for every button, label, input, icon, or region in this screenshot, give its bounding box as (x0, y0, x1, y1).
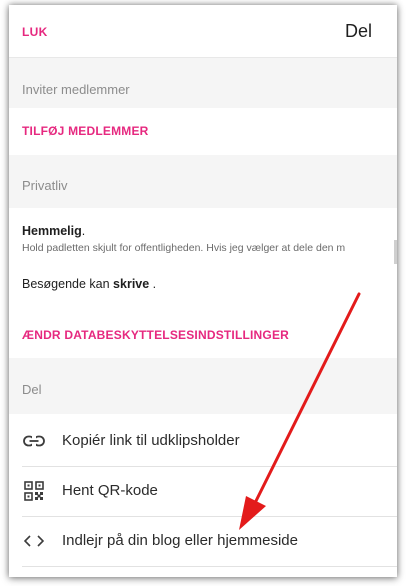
dialog-header: LUK Del (9, 5, 397, 58)
copy-link-row[interactable]: Kopiér link til udklipsholder (9, 417, 397, 466)
embed-label: Indlejr på din blog eller hjemmeside (62, 532, 298, 549)
visitor-permission: Besøgende kan skrive . (22, 277, 156, 291)
qr-code-icon (22, 480, 46, 502)
dialog-title: Del (345, 21, 373, 41)
close-button[interactable]: LUK (22, 25, 48, 39)
scrollbar[interactable] (394, 240, 397, 264)
change-privacy-button[interactable]: ÆNDR DATABESKYTTELSESINDSTILLINGER (22, 328, 289, 342)
visitor-permission-prefix: Besøgende kan (22, 277, 114, 291)
section-header-privacy: Privatliv (9, 155, 397, 208)
share-dialog: LUK Del Inviter medlemmer TILFØJ MEDLEMM… (9, 5, 397, 577)
code-brackets-icon (22, 530, 46, 552)
visitor-permission-suffix: . (149, 277, 157, 291)
copy-link-label: Kopiér link til udklipsholder (62, 432, 240, 449)
privacy-mode-suffix: . (81, 224, 86, 238)
visitor-permission-value: skrive (113, 277, 150, 291)
privacy-mode-title: Hemmelig. (22, 224, 85, 238)
add-members-button[interactable]: TILFØJ MEDLEMMER (22, 124, 149, 138)
privacy-mode-name: Hemmelig (22, 224, 82, 238)
qr-code-row[interactable]: Hent QR-kode (9, 467, 397, 516)
privacy-mode-description: Hold padletten skjult for offentligheden… (22, 242, 346, 254)
embed-row[interactable]: Indlejr på din blog eller hjemmeside (9, 517, 397, 566)
qr-code-label: Hent QR-kode (62, 482, 158, 499)
section-header-share: Del (9, 358, 397, 414)
section-header-members: Inviter medlemmer (9, 58, 397, 108)
link-icon (22, 430, 46, 452)
row-divider (22, 566, 397, 567)
